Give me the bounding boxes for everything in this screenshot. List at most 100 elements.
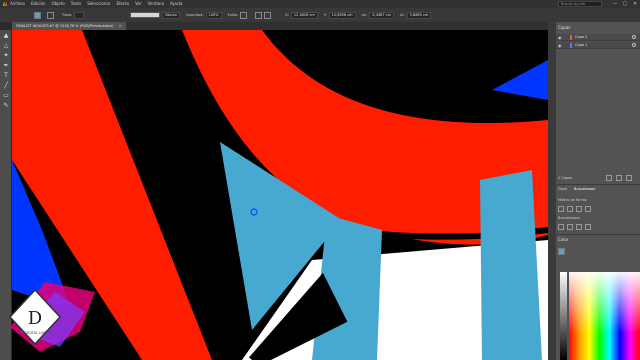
document-tab-title: FINALIZT WOUGST.ai* @ 1216,78 % (RGB/Pre… <box>16 24 114 28</box>
menu-ventana[interactable]: Ventana <box>148 0 164 8</box>
merge-icon[interactable] <box>576 224 582 230</box>
layer-row[interactable]: ◉ Capa 1 <box>556 42 640 49</box>
tab-trazo[interactable]: Trazo <box>558 187 567 191</box>
menu-bar: Ai Archivo Edición Objeto Texto Seleccio… <box>0 0 640 8</box>
app-logo: Ai <box>2 1 8 7</box>
new-sublayer-icon[interactable] <box>616 175 622 181</box>
opacity-label: Opacidad: <box>185 13 204 17</box>
x-control: X: 12,4826 cm <box>285 11 318 19</box>
line-tool-icon[interactable]: ╱ <box>2 82 10 90</box>
search-help-input[interactable]: Buscar ayuda <box>558 1 602 7</box>
y-control: Y: 12,8556 cm <box>323 11 356 19</box>
eye-icon[interactable]: ◉ <box>558 35 562 40</box>
tab-buscatrazos[interactable]: Buscatrazos <box>574 187 595 191</box>
close-window-button[interactable]: ✕ <box>630 0 640 8</box>
eye-icon[interactable]: ◉ <box>558 43 562 48</box>
width-control: An: 6,4987 cm <box>361 11 395 19</box>
x-field[interactable]: 12,4826 cm <box>290 11 318 19</box>
grayscale-ramp[interactable] <box>560 272 567 360</box>
minus-front-icon[interactable] <box>567 206 573 212</box>
divide-icon[interactable] <box>558 224 564 230</box>
blue-band-right <box>480 170 542 360</box>
watermark-text: DIGITAL LAB <box>24 331 46 335</box>
type-tool-icon[interactable]: T <box>2 72 10 80</box>
target-icon[interactable] <box>632 43 636 47</box>
height-control: Al: 5,8665 cm <box>400 11 432 19</box>
trim-icon[interactable] <box>567 224 573 230</box>
pen-tool-icon[interactable]: ✒ <box>2 62 10 70</box>
panel-separator <box>556 234 640 235</box>
y-field[interactable]: 12,8556 cm <box>328 11 356 19</box>
selection-tool-icon[interactable]: ▲ <box>2 32 10 40</box>
delete-layer-icon[interactable] <box>626 175 632 181</box>
width-field[interactable]: 6,4987 cm <box>369 11 395 19</box>
layer-color-swatch <box>570 35 572 40</box>
color-panel-title: Color <box>558 237 569 242</box>
style-label: Estilo: <box>227 13 239 17</box>
layers-count: 2 Capas <box>558 176 573 180</box>
maximize-button[interactable]: ▢ <box>620 0 630 8</box>
intersect-icon[interactable] <box>576 206 582 212</box>
x-label: X: <box>285 13 289 17</box>
right-panels: Capas ◉ Capa 2 ◉ Capa 1 2 Capas Trazo Bu… <box>556 22 640 360</box>
control-bar: Trazo: Básico Opacidad: 100% Estilo: X: … <box>0 8 640 22</box>
document-tab[interactable]: FINALIZT WOUGST.ai* @ 1216,78 % (RGB/Pre… <box>12 22 126 30</box>
layer-name: Capa 1 <box>575 43 588 47</box>
layers-panel-title: Capas <box>558 25 571 30</box>
y-label: Y: <box>323 13 327 17</box>
menu-edicion[interactable]: Edición <box>31 0 45 8</box>
rectangle-tool-icon[interactable]: ▭ <box>2 92 10 100</box>
digital-lab-watermark: D DIGITAL LAB <box>8 282 95 352</box>
crop-icon[interactable] <box>585 224 591 230</box>
direct-selection-tool-icon[interactable]: △ <box>2 42 10 50</box>
menu-objeto[interactable]: Objeto <box>51 0 64 8</box>
brush-tool-icon[interactable]: ✎ <box>2 102 10 110</box>
minimize-button[interactable]: — <box>610 0 620 8</box>
fill-control[interactable] <box>34 11 41 19</box>
menu-ver[interactable]: Ver <box>135 0 142 8</box>
close-tab-icon[interactable]: ✕ <box>119 24 122 28</box>
layer-name: Capa 2 <box>575 35 588 39</box>
stroke-weight-field[interactable] <box>74 11 85 19</box>
width-label: An: <box>361 13 368 17</box>
menu-efecto[interactable]: Efecto <box>116 0 129 8</box>
fill-color-swatch[interactable] <box>558 248 565 255</box>
stroke-control[interactable] <box>47 11 56 19</box>
layer-color-swatch <box>570 43 572 48</box>
color-spectrum-tint <box>569 272 640 360</box>
menu-archivo[interactable]: Archivo <box>10 0 25 8</box>
menu-seleccionar[interactable]: Seleccionar <box>87 0 110 8</box>
style-swatch-icon[interactable] <box>240 11 248 19</box>
stroke-swatch-icon[interactable] <box>47 11 54 19</box>
brush-definition[interactable]: Básico <box>130 11 180 19</box>
new-layer-icon[interactable] <box>606 175 612 181</box>
panel-dock <box>548 22 556 360</box>
height-label: Al: <box>400 13 405 17</box>
exclude-icon[interactable] <box>585 206 591 212</box>
brush-basic-field[interactable]: Básico <box>162 11 180 19</box>
style-control: Estilo: <box>227 11 250 19</box>
unite-icon[interactable] <box>558 206 564 212</box>
opacity-field[interactable]: 100% <box>205 11 222 19</box>
align-icon[interactable] <box>255 11 263 19</box>
watermark-letter: D <box>28 308 42 329</box>
menu-texto[interactable]: Texto <box>71 0 82 8</box>
shape-modes-label: Modos de forma: <box>558 198 588 202</box>
fill-swatch[interactable] <box>34 11 41 19</box>
pathfinders-label: Buscatrazos: <box>558 216 581 220</box>
brush-stroke-preview[interactable] <box>130 12 161 18</box>
illustrator-window: Ai Archivo Edición Objeto Texto Seleccio… <box>0 0 640 360</box>
opacity-control: Opacidad: 100% <box>185 11 222 19</box>
magic-wand-tool-icon[interactable]: ✦ <box>2 52 10 60</box>
window-controls: Buscar ayuda — ▢ ✕ <box>558 0 640 8</box>
stroke-label: Trazo: <box>62 13 73 17</box>
panel-separator <box>556 184 640 185</box>
stroke-weight: Trazo: <box>62 11 85 19</box>
height-field[interactable]: 5,8665 cm <box>406 11 432 19</box>
menu-ayuda[interactable]: Ayuda <box>170 0 182 8</box>
fill-color-icon[interactable] <box>2 112 10 120</box>
document-tab-bar: FINALIZT WOUGST.ai* @ 1216,78 % (RGB/Pre… <box>12 22 548 30</box>
transform-icon[interactable] <box>264 11 272 19</box>
target-icon[interactable] <box>632 35 636 39</box>
layer-row[interactable]: ◉ Capa 2 <box>556 34 640 41</box>
